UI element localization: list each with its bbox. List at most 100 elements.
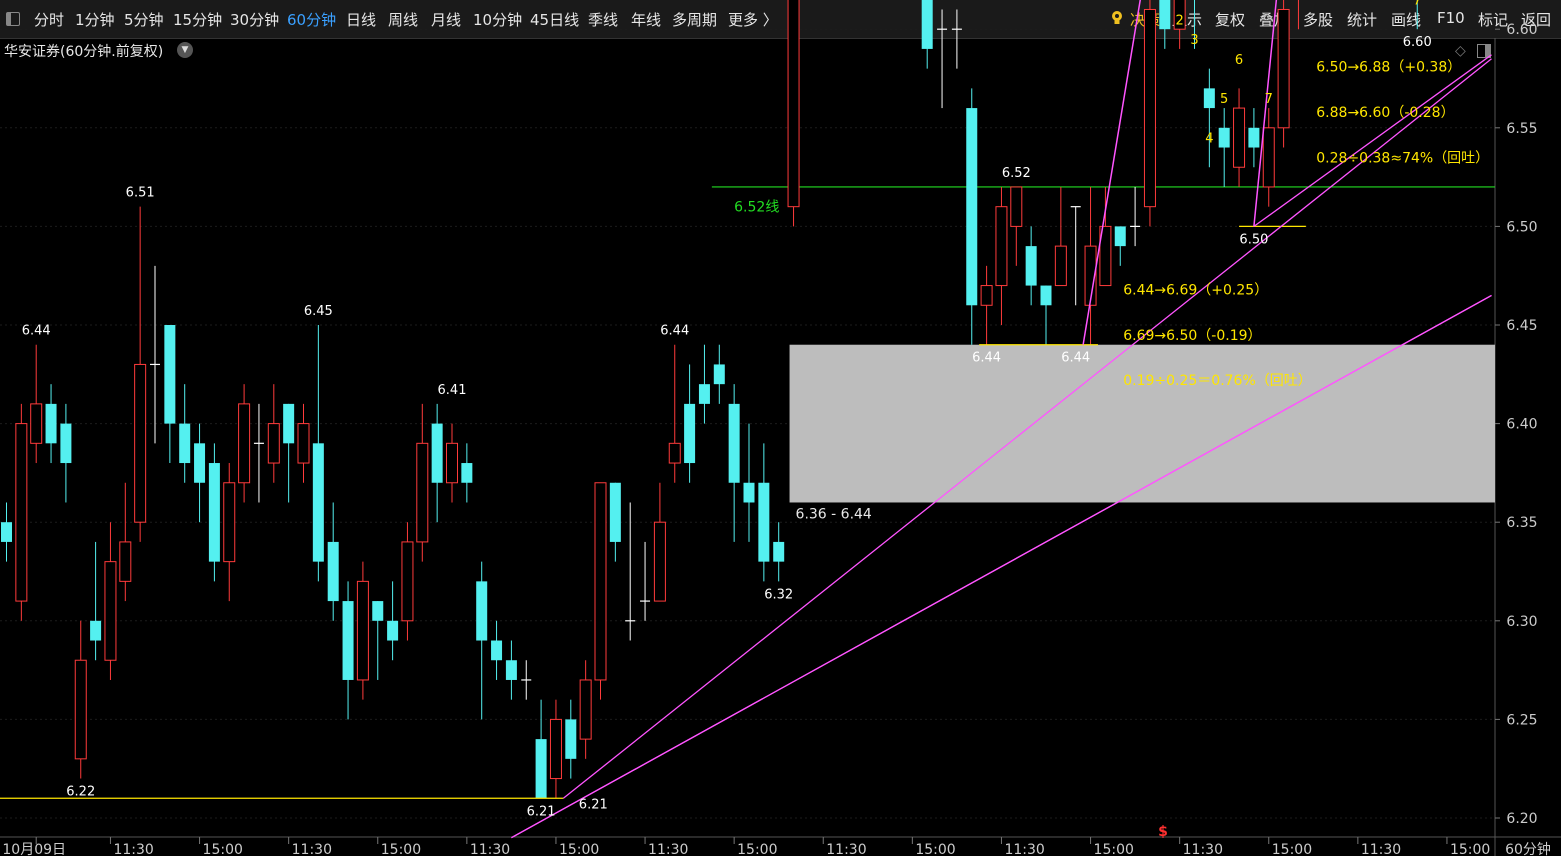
y-tick-label: 6.60 (1506, 22, 1537, 38)
price-label: 6.44 (22, 324, 51, 339)
candle-body (684, 403, 696, 464)
candle-body (1248, 127, 1260, 148)
price-label: 6.32 (764, 587, 793, 602)
candle-body (461, 463, 473, 483)
price-label: 6.51 (126, 186, 155, 201)
candle-body (1159, 0, 1171, 30)
candle-body (1218, 127, 1230, 148)
candle-body (565, 719, 577, 759)
count-label: 6 (1235, 53, 1243, 68)
candle-body (446, 442, 458, 484)
candle-body (505, 660, 517, 680)
candle-body (787, 0, 800, 208)
x-tick-label: 11:30 (1004, 842, 1044, 856)
y-tick-label: 6.40 (1506, 417, 1537, 433)
candle-body (15, 423, 28, 602)
y-tick-label: 6.35 (1506, 515, 1537, 531)
candle-body (312, 443, 324, 562)
annotation-note: 6.50→6.88（+0.38） (1316, 60, 1461, 76)
price-label: 6.41 (438, 383, 467, 398)
candle-body (342, 601, 354, 680)
signal-marker: $ (1158, 824, 1168, 840)
candle-body (297, 423, 310, 464)
candle-body (283, 403, 295, 444)
price-label: 6.44 (1061, 351, 1090, 366)
candle-body (1203, 88, 1215, 109)
count-label: 7 (1265, 92, 1273, 107)
x-tick-label: 15:00 (381, 842, 421, 856)
candle-body (1114, 226, 1126, 247)
annotation-note: 0.19÷0.25＝0.76%（回吐） (1123, 373, 1312, 389)
x-tick-label: 15:00 (737, 842, 777, 856)
candle-body (30, 403, 43, 444)
support-zone-label: 6.36 - 6.44 (796, 506, 872, 522)
candle-body (728, 403, 740, 483)
y-tick-label: 6.45 (1506, 318, 1537, 334)
y-tick-label: 6.55 (1506, 121, 1537, 137)
candle-body (267, 423, 280, 464)
x-tick-label: 11:30 (648, 842, 688, 856)
candle-body (401, 541, 414, 622)
candle-body (995, 206, 1008, 287)
y-tick-label: 6.25 (1506, 712, 1537, 728)
annotation-note: 6.44→6.69（+0.25） (1123, 283, 1268, 299)
price-label: 6.44 (972, 351, 1001, 366)
x-tick-label: 11:30 (826, 842, 866, 856)
candle-body (921, 0, 933, 49)
candle-body (1, 522, 12, 542)
x-tick-label: 11:30 (470, 842, 510, 856)
count-label: 2 (1176, 13, 1184, 28)
count-label: 5 (1220, 92, 1228, 107)
y-tick-label: 6.30 (1506, 614, 1537, 630)
candle-body (327, 541, 339, 602)
candle-body (119, 541, 132, 582)
price-label: 6.52 (1002, 166, 1031, 181)
x-tick-label: 15:00 (203, 842, 243, 856)
price-label: 6.50 (1239, 232, 1268, 247)
candle-body (966, 108, 978, 306)
candle-body (74, 659, 87, 760)
period-axis-label: 60分钟 (1505, 841, 1551, 856)
price-label: 6.60 (1403, 35, 1432, 50)
x-tick-label: 11:30 (113, 842, 153, 856)
candle-body (164, 325, 176, 424)
candle-body (1233, 107, 1246, 168)
candlestick-chart[interactable]: 6.956.906.856.806.756.706.656.606.556.50… (0, 0, 1561, 856)
x-tick-label: 10月09日 (2, 842, 66, 856)
price-label: 6.45 (304, 304, 333, 319)
count-label: 4 (1205, 132, 1213, 147)
candle-body (194, 443, 206, 483)
candle-body (594, 482, 607, 681)
candle-body (491, 640, 503, 661)
candle-body (713, 364, 725, 385)
candle-body (1025, 246, 1037, 286)
candle-body (668, 442, 681, 464)
candle-body (208, 463, 220, 562)
candle-body (980, 285, 993, 306)
x-tick-label: 15:00 (1094, 842, 1134, 856)
candle-body (372, 601, 384, 621)
candle-body (134, 363, 147, 523)
x-tick-label: 11:30 (1361, 842, 1401, 856)
annotation-note: 6.88→6.60（-0.28） (1316, 105, 1454, 121)
x-tick-label: 15:00 (1272, 842, 1312, 856)
candle-body (356, 580, 369, 681)
x-tick-label: 11:30 (292, 842, 332, 856)
candle-body (535, 739, 547, 799)
y-tick-label: 6.50 (1506, 219, 1537, 235)
candle-body (1277, 8, 1290, 129)
candle-body (579, 679, 592, 740)
candle-body (60, 423, 72, 464)
candle-body (1143, 8, 1156, 208)
y-tick-label: 6.20 (1506, 811, 1537, 827)
price-label: 6.44 (660, 324, 689, 339)
candle-body (758, 482, 770, 562)
candle-body (1054, 245, 1067, 287)
candle-body (387, 620, 399, 641)
annotation-note: 6.69→6.50（-0.19） (1123, 328, 1261, 344)
support-zone-box (789, 344, 1495, 503)
candle-body (90, 620, 102, 641)
candle-body (653, 521, 666, 602)
candle-body (773, 541, 785, 562)
resistance-line-label: 6.52线 (734, 200, 779, 216)
